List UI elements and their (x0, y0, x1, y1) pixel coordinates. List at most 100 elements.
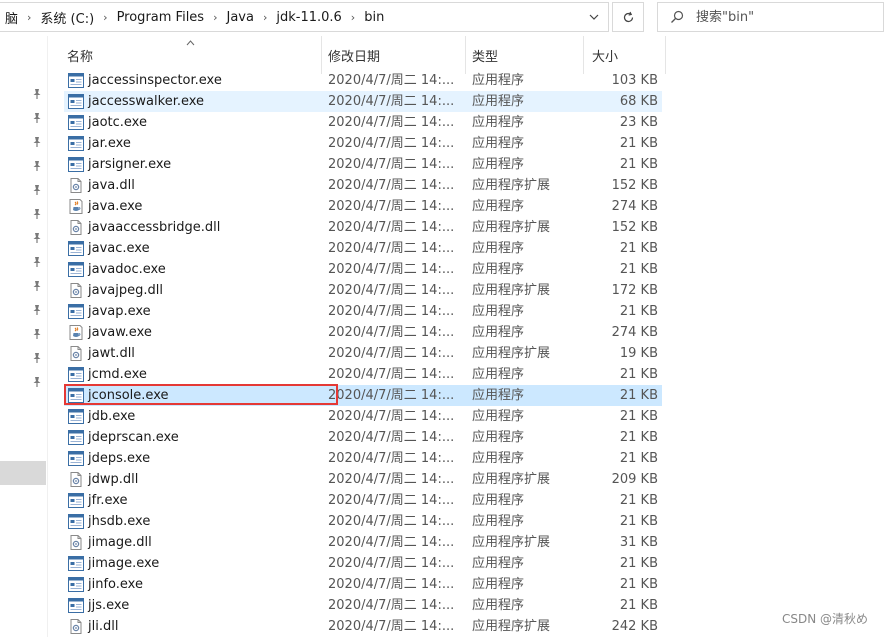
file-name[interactable]: jdwp.dll (88, 469, 138, 490)
file-row[interactable]: javap.exe 2020/4/7/周二 14:... 应用程序 21 KB (64, 301, 662, 322)
file-row[interactable]: jjs.exe 2020/4/7/周二 14:... 应用程序 21 KB (64, 595, 662, 616)
refresh-button[interactable] (612, 2, 644, 32)
file-name[interactable]: jconsole.exe (88, 385, 168, 406)
file-row[interactable]: jimage.exe 2020/4/7/周二 14:... 应用程序 21 KB (64, 553, 662, 574)
file-row[interactable]: jinfo.exe 2020/4/7/周二 14:... 应用程序 21 KB (64, 574, 662, 595)
file-row[interactable]: jar.exe 2020/4/7/周二 14:... 应用程序 21 KB (64, 133, 662, 154)
file-date: 2020/4/7/周二 14:... (328, 157, 455, 172)
search-box[interactable] (657, 2, 884, 32)
pin-icon[interactable] (32, 136, 42, 148)
breadcrumb-segment[interactable]: Java (220, 10, 259, 25)
file-name[interactable]: jdeprscan.exe (88, 427, 179, 448)
file-row[interactable]: javac.exe 2020/4/7/周二 14:... 应用程序 21 KB (64, 238, 662, 259)
file-row[interactable]: javaaccessbridge.dll 2020/4/7/周二 14:... 应用… (64, 217, 662, 238)
file-row[interactable]: jli.dll 2020/4/7/周二 14:... 应用程序扩展 242 KB (64, 616, 662, 637)
breadcrumb-segment[interactable]: bin (358, 10, 390, 25)
column-header-type[interactable]: 类型 (466, 36, 584, 74)
file-type: 应用程序 (472, 241, 525, 256)
file-type: 应用程序 (472, 514, 525, 529)
nav-selected-item[interactable] (0, 461, 46, 485)
breadcrumb-segment[interactable]: 系统 (C:) (34, 8, 100, 27)
file-row[interactable]: javajpeg.dll 2020/4/7/周二 14:... 应用程序扩展 172 … (64, 280, 662, 301)
file-name[interactable]: jhsdb.exe (88, 511, 150, 532)
pin-icon[interactable] (32, 328, 42, 340)
navigation-pane[interactable] (0, 36, 48, 637)
breadcrumb-chevron-icon[interactable]: › (100, 11, 110, 24)
file-row[interactable]: javaw.exe 2020/4/7/周二 14:... 应用程序 274 KB (64, 322, 662, 343)
file-row[interactable]: jdwp.dll 2020/4/7/周二 14:... 应用程序扩展 209 KB (64, 469, 662, 490)
file-name[interactable]: jar.exe (88, 133, 131, 154)
file-name[interactable]: jinfo.exe (88, 574, 143, 595)
file-name[interactable]: jdb.exe (88, 406, 135, 427)
file-row[interactable]: jimage.dll 2020/4/7/周二 14:... 应用程序扩展 31 KB (64, 532, 662, 553)
file-name[interactable]: jfr.exe (88, 490, 128, 511)
column-header-name[interactable]: 名称 (62, 36, 322, 74)
dll-gear-icon (68, 178, 84, 193)
file-name[interactable]: javaw.exe (88, 322, 152, 343)
file-name[interactable]: javaaccessbridge.dll (88, 217, 220, 238)
file-name[interactable]: jimage.dll (88, 532, 152, 553)
file-name[interactable]: javadoc.exe (88, 259, 166, 280)
file-name[interactable]: jcmd.exe (88, 364, 147, 385)
file-name[interactable]: jaccessinspector.exe (88, 70, 222, 91)
pin-icon[interactable] (32, 184, 42, 196)
file-name[interactable]: java.dll (88, 175, 135, 196)
file-type: 应用程序扩展 (472, 619, 551, 634)
file-name[interactable]: jaccesswalker.exe (88, 91, 204, 112)
breadcrumb-chevron-icon[interactable]: › (24, 11, 34, 24)
pin-icon[interactable] (32, 280, 42, 292)
breadcrumb-segment[interactable]: jdk-11.0.6 (270, 10, 347, 25)
file-name[interactable]: jjs.exe (88, 595, 129, 616)
pin-icon[interactable] (32, 208, 42, 220)
file-name[interactable]: jdeps.exe (88, 448, 150, 469)
address-toolbar: 脑 › 系统 (C:) › Program Files › Java › jdk-11.0.6 ›… (0, 0, 884, 36)
file-row[interactable]: jaccessinspector.exe 2020/4/7/周二 14:... 应用… (64, 70, 662, 91)
file-name[interactable]: javajpeg.dll (88, 280, 163, 301)
column-header-date[interactable]: 修改日期 (322, 36, 466, 74)
file-name[interactable]: javac.exe (88, 238, 150, 259)
file-row[interactable]: jdeprscan.exe 2020/4/7/周二 14:... 应用程序 21 KB (64, 427, 662, 448)
column-header-size[interactable]: 大小 (584, 36, 666, 74)
breadcrumb-chevron-icon[interactable]: › (260, 11, 270, 24)
file-row[interactable]: jdb.exe 2020/4/7/周二 14:... 应用程序 21 KB (64, 406, 662, 427)
file-row[interactable]: javadoc.exe 2020/4/7/周二 14:... 应用程序 21 KB (64, 259, 662, 280)
pin-icon[interactable] (32, 352, 42, 364)
file-date: 2020/4/7/周二 14:... (328, 367, 455, 382)
file-row[interactable]: java.dll 2020/4/7/周二 14:... 应用程序扩展 152 KB (64, 175, 662, 196)
file-row[interactable]: jaotc.exe 2020/4/7/周二 14:... 应用程序 23 KB (64, 112, 662, 133)
file-name[interactable]: jli.dll (88, 616, 118, 637)
file-type: 应用程序 (472, 577, 525, 592)
pin-icon[interactable] (32, 160, 42, 172)
file-row[interactable]: jconsole.exe 2020/4/7/周二 14:... 应用程序 21 KB (64, 385, 662, 406)
file-date: 2020/4/7/周二 14:... (328, 283, 455, 298)
pin-icon[interactable] (32, 376, 42, 388)
address-bar[interactable]: 脑 › 系统 (C:) › Program Files › Java › jdk-11.0.6 ›… (0, 2, 609, 32)
file-row[interactable]: jdeps.exe 2020/4/7/周二 14:... 应用程序 21 KB (64, 448, 662, 469)
pin-icon[interactable] (32, 304, 42, 316)
file-name[interactable]: java.exe (88, 196, 142, 217)
file-name[interactable]: jarsigner.exe (88, 154, 171, 175)
file-date: 2020/4/7/周二 14:... (328, 115, 455, 130)
file-row[interactable]: jarsigner.exe 2020/4/7/周二 14:... 应用程序 21 KB (64, 154, 662, 175)
file-row[interactable]: java.exe 2020/4/7/周二 14:... 应用程序 274 KB (64, 196, 662, 217)
file-name[interactable]: jimage.exe (88, 553, 159, 574)
pin-icon[interactable] (32, 256, 42, 268)
pin-icon[interactable] (32, 88, 42, 100)
pin-icon[interactable] (32, 112, 42, 124)
breadcrumb-segment[interactable]: Program Files (111, 10, 211, 25)
breadcrumb-segment[interactable]: 脑 (0, 8, 24, 27)
file-name[interactable]: jawt.dll (88, 343, 135, 364)
address-dropdown-button[interactable] (586, 9, 602, 25)
file-list[interactable]: 名称 修改日期 类型 大小 jaccessinspector.exe 2020/4… (62, 36, 666, 637)
breadcrumb-chevron-icon[interactable]: › (348, 11, 358, 24)
file-row[interactable]: jcmd.exe 2020/4/7/周二 14:... 应用程序 21 KB (64, 364, 662, 385)
breadcrumb-chevron-icon[interactable]: › (210, 11, 220, 24)
file-row[interactable]: jaccesswalker.exe 2020/4/7/周二 14:... 应用程序 6… (64, 91, 662, 112)
file-name[interactable]: jaotc.exe (88, 112, 147, 133)
file-row[interactable]: jawt.dll 2020/4/7/周二 14:... 应用程序扩展 19 KB (64, 343, 662, 364)
search-input[interactable] (694, 8, 858, 26)
pin-icon[interactable] (32, 232, 42, 244)
file-row[interactable]: jhsdb.exe 2020/4/7/周二 14:... 应用程序 21 KB (64, 511, 662, 532)
file-row[interactable]: jfr.exe 2020/4/7/周二 14:... 应用程序 21 KB (64, 490, 662, 511)
file-name[interactable]: javap.exe (88, 301, 151, 322)
